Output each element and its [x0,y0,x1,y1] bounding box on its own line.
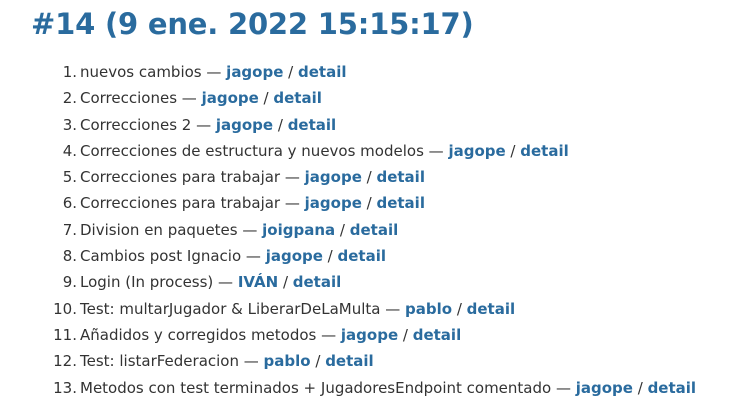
list-item: 7. Division en paquetes — joigpana / deta… [0,217,696,243]
item-number: 3. [62,115,77,134]
item-number: 11. [53,325,77,344]
item-number: 10. [53,299,77,318]
author-link[interactable]: jagope [202,89,259,107]
item-number: 4. [62,141,77,160]
list-item: 1. nuevos cambios — jagope / detail [0,59,696,85]
author-link[interactable]: IVÁN [238,273,278,291]
detail-link[interactable]: detail [648,379,697,397]
item-number: 7. [62,220,77,239]
dash-separator: — [201,63,227,81]
list-item: 6. Correcciones para trabajar — jagope / … [0,190,696,216]
change-message: Cambios post Ignacio [80,247,242,266]
slash-separator: / [273,115,288,134]
slash-separator: / [505,141,521,160]
author-link[interactable]: pablo [405,300,452,318]
list-item: 3. Correcciones 2 — jagope / detail [0,112,696,138]
change-message: Metodos con test terminados + JugadoresE… [80,378,552,397]
change-message: Correcciones 2 [80,115,192,134]
slash-separator: / [335,220,350,239]
item-number: 13. [53,378,77,397]
list-item: 10. Test: multarJugador & LiberarDeLaMult… [0,296,696,322]
author-link[interactable]: jagope [266,247,323,265]
author-link[interactable]: jagope [226,63,283,81]
dash-separator: — [241,247,266,266]
change-list: 1. nuevos cambios — jagope / detail 2. Cor… [0,59,696,401]
author-link[interactable]: pablo [264,352,311,370]
dash-separator: — [280,194,305,213]
change-message: Login (In process) [80,273,214,292]
list-item: 5. Correcciones para trabajar — jagope / … [0,164,696,190]
item-number: 12. [53,352,77,371]
list-item: 4. Correcciones de estructura y nuevos mo… [0,138,696,164]
dash-separator: — [280,168,305,187]
change-message: Division en paquetes [80,220,238,239]
detail-link[interactable]: detail [298,63,347,81]
slash-separator: / [310,352,326,371]
item-number: 5. [62,168,77,187]
change-message: Test: listarFederacion [80,352,239,371]
detail-link[interactable]: detail [293,273,342,291]
slash-separator: / [361,168,377,187]
slash-separator: / [283,63,298,81]
author-link[interactable]: jagope [341,326,398,344]
item-number: 9. [62,273,77,292]
page-title: #14 (9 ene. 2022 15:15:17) [31,7,474,41]
list-item: 12. Test: listarFederacion — pablo / deta… [0,348,696,374]
dash-separator: — [239,352,264,371]
author-link[interactable]: jagope [305,194,362,212]
detail-link[interactable]: detail [520,142,569,160]
change-message: Test: multarJugador & LiberarDeLaMulta [80,299,381,318]
change-message: Correcciones para trabajar [80,194,281,213]
slash-separator: / [398,325,413,344]
detail-link[interactable]: detail [273,89,322,107]
detail-link[interactable]: detail [338,247,387,265]
author-link[interactable]: joigpana [262,221,335,239]
detail-link[interactable]: detail [376,194,425,212]
slash-separator: / [278,273,293,292]
list-item: 11. Añadidos y corregidos metodos — jagop… [0,322,696,348]
change-message: Correcciones para trabajar [80,168,281,187]
list-item: 13. Metodos con test terminados + Jugador… [0,375,696,401]
item-number: 2. [62,89,77,108]
item-number: 6. [62,194,77,213]
dash-separator: — [237,220,263,239]
author-link[interactable]: jagope [576,379,633,397]
author-link[interactable]: jagope [448,142,505,160]
dash-separator: — [191,115,216,134]
detail-link[interactable]: detail [288,116,337,134]
dash-separator: — [423,141,449,160]
item-number: 8. [62,247,77,266]
dash-separator: — [316,325,341,344]
change-message: Correcciones de estructura y nuevos mode… [80,141,424,160]
detail-link[interactable]: detail [350,221,399,239]
slash-separator: / [452,299,467,318]
list-item: 2. Correcciones — jagope / detail [0,85,696,111]
slash-separator: / [632,378,648,397]
list-item: 9. Login (In process) — IVÁN / detail [0,269,696,295]
author-link[interactable]: jagope [305,168,362,186]
dash-separator: — [177,89,202,108]
change-message: Añadidos y corregidos metodos [80,325,317,344]
item-number: 1. [62,63,77,81]
dash-separator: — [551,378,576,397]
change-message: nuevos cambios [80,63,202,81]
detail-link[interactable]: detail [413,326,462,344]
change-message: Correcciones [80,89,178,108]
dash-separator: — [213,273,238,292]
detail-link[interactable]: detail [325,352,374,370]
detail-link[interactable]: detail [376,168,425,186]
slash-separator: / [322,247,338,266]
author-link[interactable]: jagope [216,116,273,134]
detail-link[interactable]: detail [467,300,516,318]
slash-separator: / [361,194,377,213]
list-item: 8. Cambios post Ignacio — jagope / detail [0,243,696,269]
dash-separator: — [380,299,405,318]
slash-separator: / [258,89,274,108]
